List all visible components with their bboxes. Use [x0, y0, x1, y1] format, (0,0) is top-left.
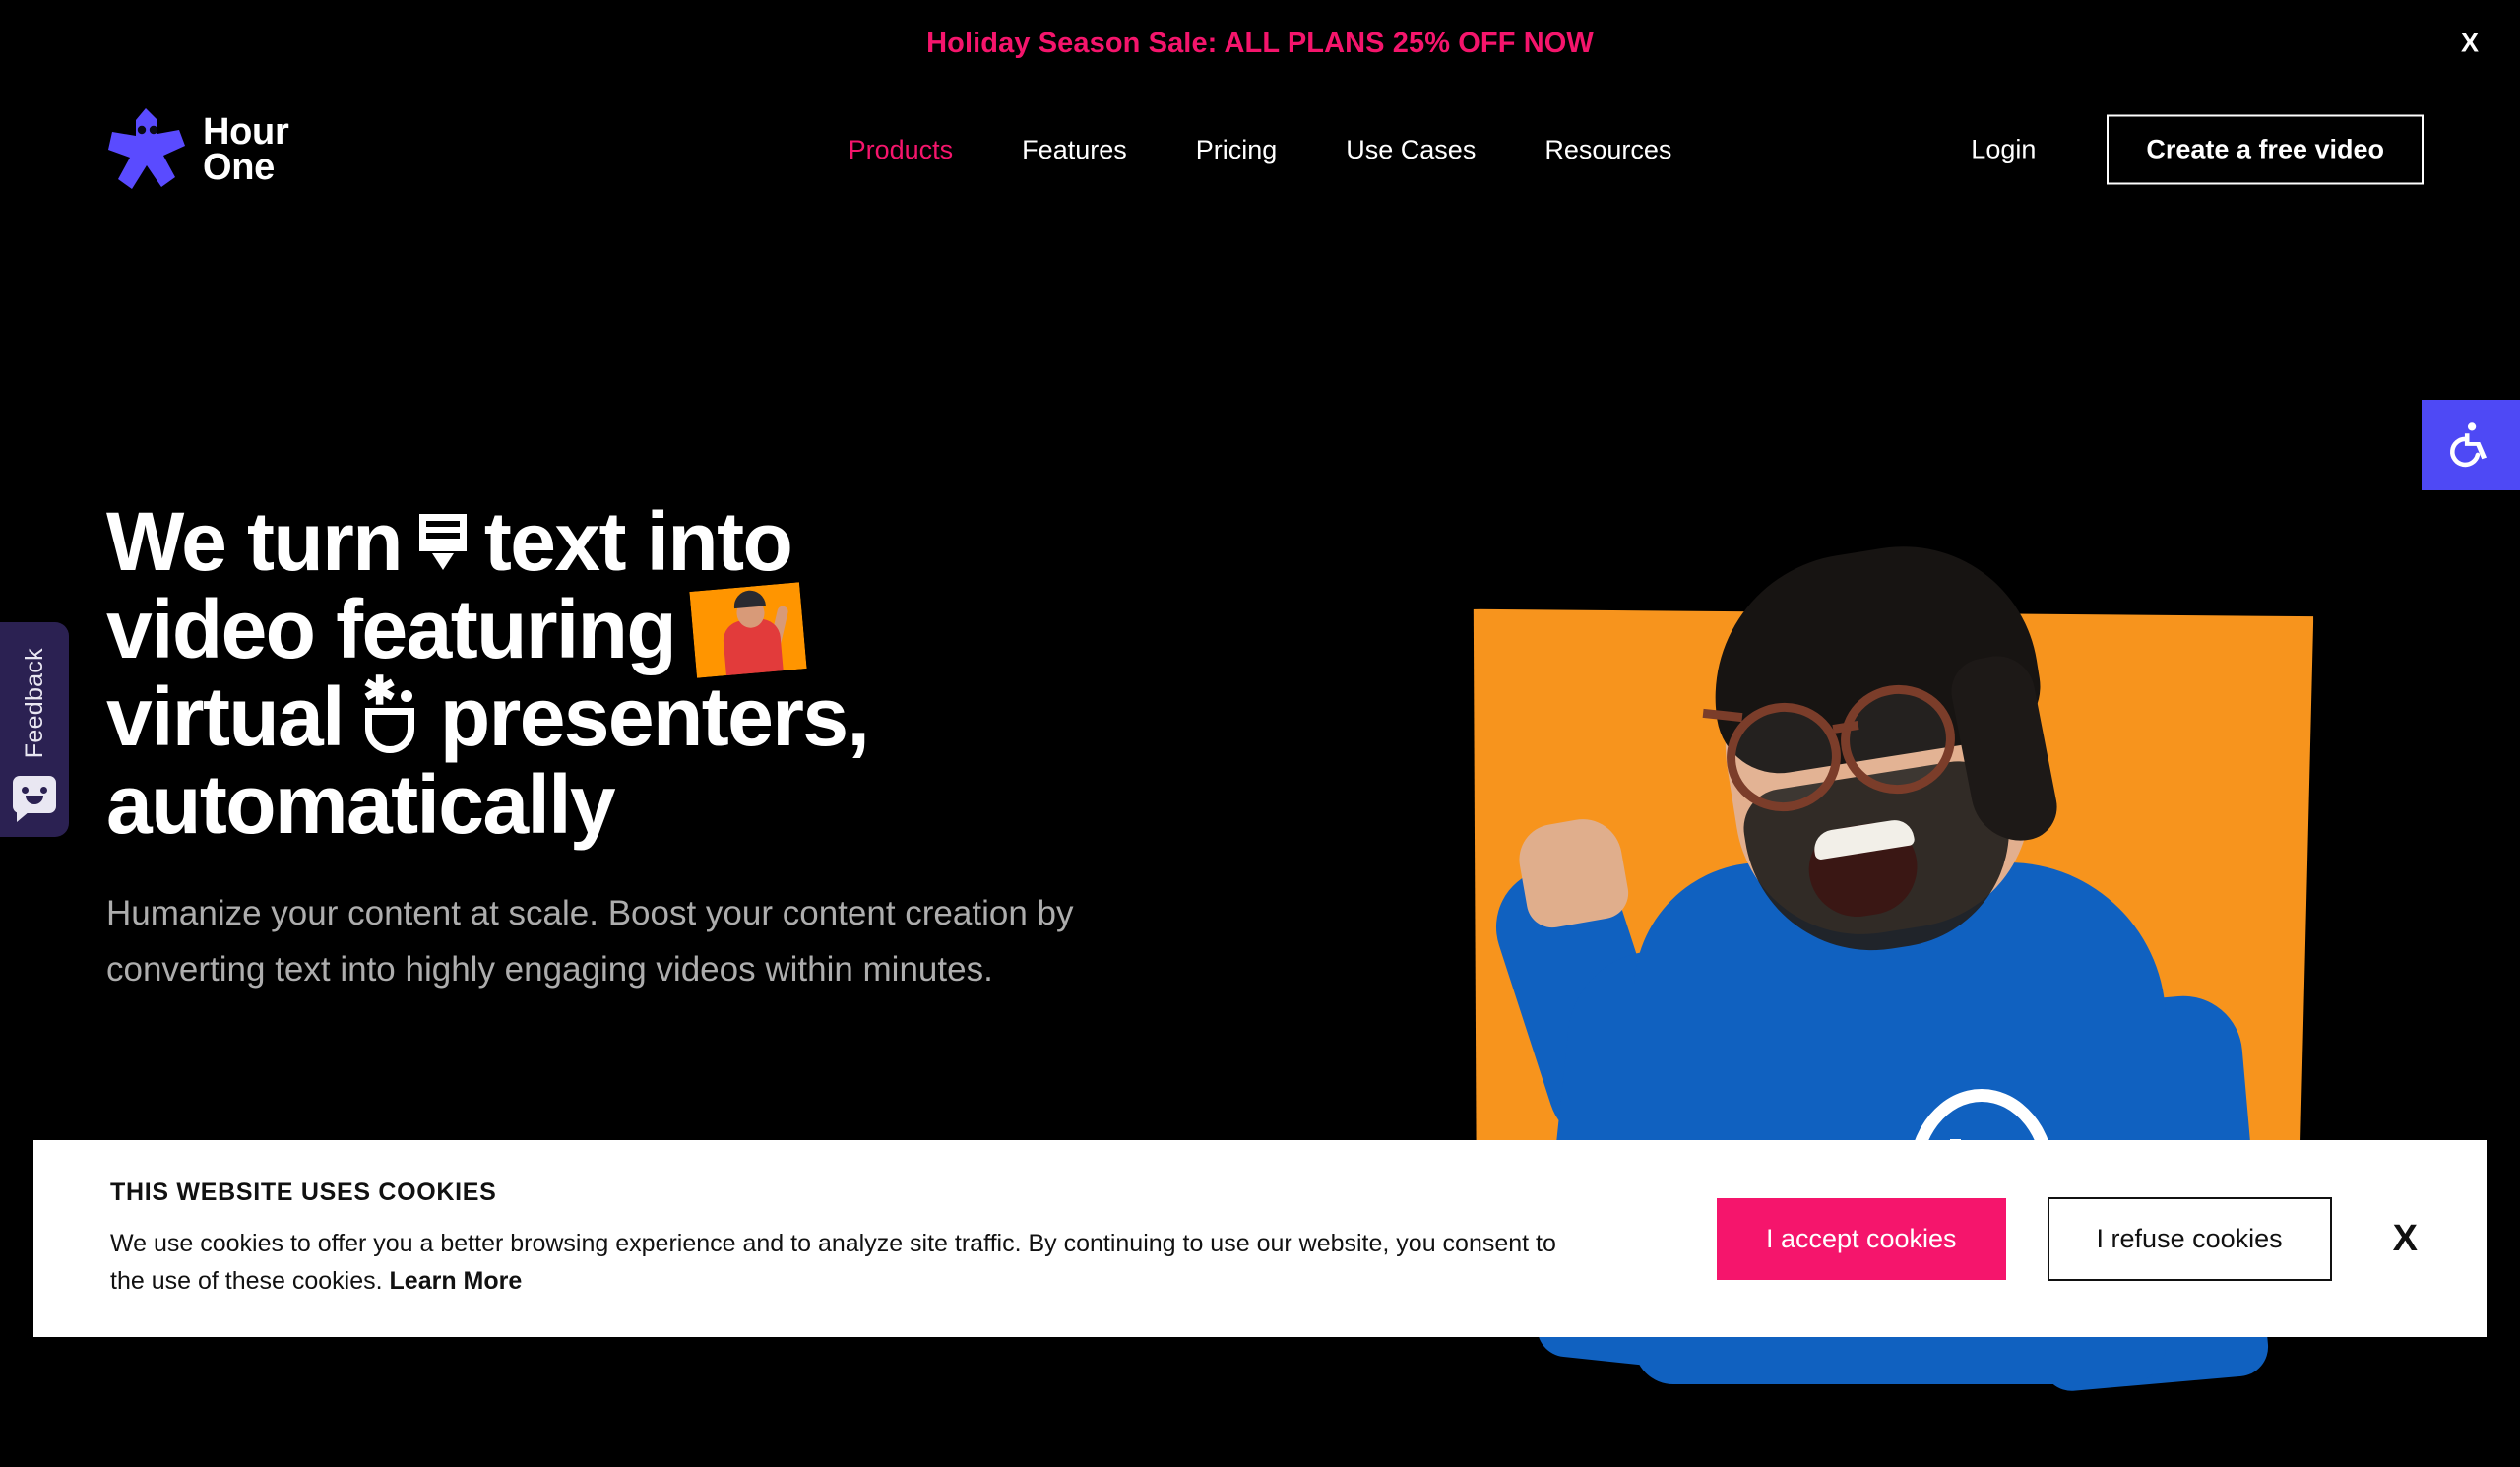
nav-item-features[interactable]: Features	[987, 125, 1162, 175]
login-link[interactable]: Login	[1971, 135, 2036, 165]
headline-line-2-text: video featuring	[106, 583, 677, 676]
headline-line-1-part-b: text into	[483, 495, 793, 588]
refuse-cookies-button[interactable]: I refuse cookies	[2047, 1196, 2332, 1281]
cookie-text-block: THIS WEBSITE USES COOKIES We use cookies…	[110, 1179, 1681, 1300]
cookie-banner-close-icon[interactable]: X	[2381, 1216, 2429, 1261]
page-title: We turn text into video featuring virtua…	[106, 495, 1317, 849]
logo-word-line2: One	[203, 147, 276, 188]
site-header: Hour One Products Features Pricing Use C…	[0, 87, 2520, 213]
cookie-consent-banner: THIS WEBSITE USES COOKIES We use cookies…	[33, 1140, 2487, 1337]
text-lines-icon	[415, 508, 471, 577]
promo-banner: Holiday Season Sale: ALL PLANS 25% OFF N…	[0, 0, 2520, 87]
wheelchair-accessibility-icon	[2450, 422, 2488, 468]
nav-item-use-cases[interactable]: Use Cases	[1311, 125, 1510, 175]
headline-line-4: automatically	[106, 761, 1317, 849]
create-free-video-button[interactable]: Create a free video	[2107, 114, 2424, 185]
presenter-thumbnail-icon	[689, 581, 807, 678]
feedback-tab-label: Feedback	[20, 648, 48, 759]
header-actions: Login Create a free video	[1971, 114, 2424, 185]
cookie-body-text: We use cookies to offer you a better bro…	[110, 1229, 1556, 1295]
nav-item-pricing[interactable]: Pricing	[1162, 125, 1312, 175]
hero-copy: We turn text into video featuring virtua…	[106, 495, 1317, 998]
headline-line-3-part-b: presenters,	[439, 670, 870, 764]
primary-navigation: Products Features Pricing Use Cases Reso…	[814, 125, 1707, 175]
headline-line-3: virtual ✱ presenters,	[106, 670, 1317, 764]
cookie-learn-more-link[interactable]: Learn More	[390, 1267, 523, 1295]
headline-line-2: video featuring	[106, 581, 1317, 678]
smiley-face-icon: ✱	[359, 671, 424, 757]
headline-line-3-part-a: virtual	[106, 670, 345, 764]
logo-word-line1: Hour	[203, 110, 289, 153]
logo-wordmark: Hour One	[203, 110, 289, 188]
cookie-banner-title: THIS WEBSITE USES COOKIES	[110, 1178, 497, 1206]
cookie-banner-body: We use cookies to offer you a better bro…	[110, 1225, 1587, 1300]
feedback-tab[interactable]: Feedback	[0, 622, 69, 837]
accept-cookies-button[interactable]: I accept cookies	[1716, 1197, 2006, 1280]
headline-line-4-text: automatically	[106, 758, 616, 852]
headline-line-1: We turn text into	[106, 495, 1317, 588]
promo-banner-text: Holiday Season Sale: ALL PLANS 25% OFF N…	[926, 27, 1594, 59]
hero-subheadline: Humanize your content at scale. Boost yo…	[106, 894, 1074, 989]
nav-item-resources[interactable]: Resources	[1510, 125, 1706, 175]
nav-item-products[interactable]: Products	[814, 125, 988, 175]
headline-line-1-part-a: We turn	[106, 495, 404, 588]
speech-bubble-smiley-icon	[13, 776, 56, 823]
logo[interactable]: Hour One	[106, 106, 289, 193]
hour-one-star-logo-icon	[106, 106, 187, 193]
accessibility-widget-button[interactable]	[2422, 400, 2520, 490]
cookie-banner-actions: I accept cookies I refuse cookies X	[1716, 1196, 2429, 1281]
promo-banner-close-icon[interactable]: X	[2451, 25, 2488, 63]
